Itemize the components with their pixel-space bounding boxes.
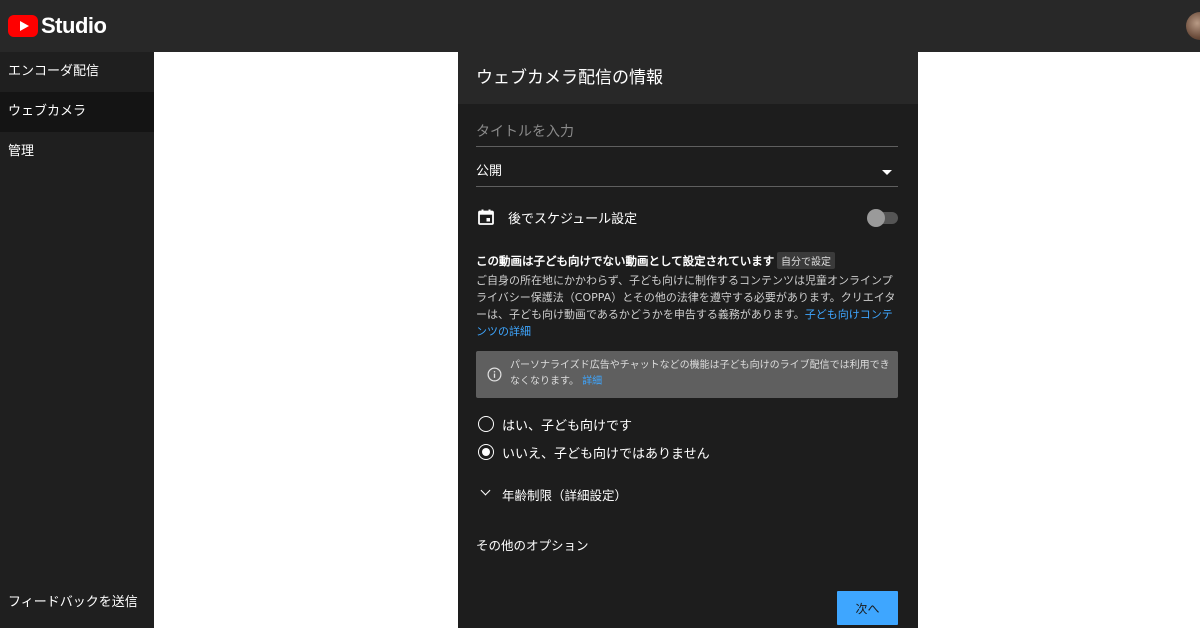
sidebar-item-encoder[interactable]: エンコーダ配信 <box>0 52 154 92</box>
info-details-link[interactable]: 詳細 <box>582 376 602 387</box>
schedule-toggle[interactable] <box>867 209 898 227</box>
radio-label: はい、子ども向けです <box>502 419 633 434</box>
radio-button-checked[interactable] <box>478 444 494 460</box>
radio-button[interactable] <box>478 416 494 432</box>
chevron-down-icon <box>480 485 491 496</box>
info-icon <box>487 367 502 382</box>
studio-logo[interactable]: Studio <box>8 13 107 39</box>
made-for-kids-heading: この動画は子ども向けでない動画として設定されています <box>476 254 775 268</box>
panel-title: ウェブカメラ配信の情報 <box>476 68 663 88</box>
calendar-icon <box>478 209 494 225</box>
webcam-stream-info-panel: ウェブカメラ配信の情報 公開 後でスケジュール設定 この動画は子ども向けでない動… <box>458 52 918 628</box>
logo-text: Studio <box>41 13 107 38</box>
title-input[interactable] <box>476 118 898 146</box>
schedule-label: 後でスケジュール設定 <box>508 212 638 227</box>
kids-info-notice: パーソナライズド広告やチャットなどの機能は子ども向けのライブ配信では利用できなく… <box>476 351 898 398</box>
radio-label: いいえ、子ども向けではありません <box>502 447 710 462</box>
dropdown-caret-icon <box>882 170 892 175</box>
sidebar-item-webcam[interactable]: ウェブカメラ <box>0 92 154 132</box>
visibility-select[interactable]: 公開 <box>476 158 898 187</box>
send-feedback-link[interactable]: フィードバックを送信 <box>8 591 138 610</box>
panel-header: ウェブカメラ配信の情報 <box>458 52 918 104</box>
next-button[interactable]: 次へ <box>837 591 898 625</box>
sidebar-item-manage[interactable]: 管理 <box>0 132 154 172</box>
made-for-kids-description: ご自身の所在地にかかわらず、子ども向けに制作するコンテンツは児童オンラインプライ… <box>476 272 898 340</box>
schedule-row: 後でスケジュール設定 <box>476 206 898 230</box>
top-bar: Studio <box>0 0 1200 52</box>
other-options-link[interactable]: その他のオプション <box>476 535 589 554</box>
avatar[interactable] <box>1186 12 1200 40</box>
age-restriction-label: 年齢制限（詳細設定） <box>502 488 628 503</box>
sidebar: エンコーダ配信 ウェブカメラ 管理 フィードバックを送信 <box>0 52 154 628</box>
title-field <box>476 118 898 147</box>
youtube-logo-icon <box>8 15 38 37</box>
toggle-knob <box>867 209 885 227</box>
visibility-value: 公開 <box>476 164 503 179</box>
info-message: パーソナライズド広告やチャットなどの機能は子ども向けのライブ配信では利用できなく… <box>510 360 890 387</box>
self-set-badge: 自分で設定 <box>777 252 835 269</box>
info-text: パーソナライズド広告やチャットなどの機能は子ども向けのライブ配信では利用できなく… <box>510 358 890 390</box>
